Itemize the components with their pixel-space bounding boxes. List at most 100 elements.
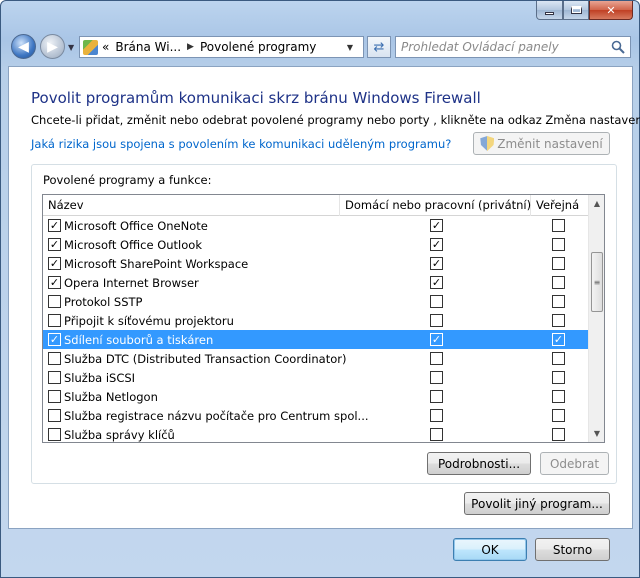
program-enabled-cell: Služba registrace názvu počítače pro Cen… — [48, 406, 369, 425]
column-header-name[interactable]: Název — [43, 195, 340, 216]
program-name: Služba správy klíčů — [64, 427, 175, 442]
program-enabled-cell: Služba Netlogon — [48, 387, 158, 406]
public-network-checkbox[interactable] — [552, 390, 565, 403]
back-button[interactable]: ◀ — [11, 34, 36, 59]
private-network-checkbox[interactable]: ✓ — [430, 333, 443, 346]
scroll-thumb[interactable]: ≡ — [591, 252, 603, 312]
program-enabled-cell: ✓ Sdílení souborů a tiskáren — [48, 330, 213, 349]
private-network-checkbox[interactable] — [430, 314, 443, 327]
program-enabled-checkbox[interactable]: ✓ — [48, 238, 61, 251]
public-network-checkbox[interactable] — [552, 295, 565, 308]
program-enabled-checkbox[interactable] — [48, 314, 61, 327]
program-name: Služba DTC (Distributed Transaction Coor… — [64, 351, 347, 366]
refresh-button[interactable]: ⇄ — [367, 36, 391, 58]
programs-list[interactable]: Název Domácí nebo pracovní (privátní) Ve… — [42, 194, 605, 443]
table-row[interactable]: Služba registrace názvu počítače pro Cen… — [43, 406, 589, 425]
control-panel-icon — [83, 39, 98, 55]
private-network-checkbox[interactable] — [430, 295, 443, 308]
table-row[interactable]: Služba správy klíčů — [43, 425, 589, 442]
public-network-checkbox[interactable] — [552, 238, 565, 251]
details-button[interactable]: Podrobnosti... — [427, 452, 531, 475]
program-enabled-checkbox[interactable]: ✓ — [48, 219, 61, 232]
private-network-checkbox[interactable] — [430, 409, 443, 422]
breadcrumb-item[interactable]: Povolené programy — [200, 40, 316, 54]
public-network-cell — [552, 311, 568, 330]
private-network-checkbox[interactable]: ✓ — [430, 257, 443, 270]
program-enabled-checkbox[interactable]: ✓ — [48, 333, 61, 346]
public-network-checkbox[interactable] — [552, 276, 565, 289]
public-network-checkbox[interactable] — [552, 352, 565, 365]
maximize-button[interactable] — [563, 1, 589, 20]
program-enabled-checkbox[interactable] — [48, 409, 61, 422]
allowed-programs-group: Povolené programy a funkce: Název Domácí… — [31, 164, 617, 484]
program-enabled-checkbox[interactable] — [48, 390, 61, 403]
allow-other-program-button[interactable]: Povolit jiný program... — [464, 492, 610, 515]
table-row[interactable]: Připojit k síťovému projektoru — [43, 311, 589, 330]
scroll-up-icon[interactable]: ▲ — [589, 195, 604, 212]
program-enabled-cell: Služba DTC (Distributed Transaction Coor… — [48, 349, 346, 368]
table-row[interactable]: Služba iSCSI — [43, 368, 589, 387]
table-row[interactable]: ✓ Sdílení souborů a tiskáren ✓ ✓ — [43, 330, 589, 349]
overflow-chevron-icon[interactable]: « — [102, 40, 109, 54]
remove-button[interactable]: Odebrat — [540, 452, 609, 475]
table-row[interactable]: Protokol SSTP — [43, 292, 589, 311]
scroll-down-icon[interactable]: ▼ — [589, 425, 604, 442]
public-network-cell — [552, 216, 568, 235]
table-row[interactable]: ✓ Opera Internet Browser ✓ — [43, 273, 589, 292]
dialog-footer: OK Storno — [1, 529, 639, 578]
ok-button[interactable]: OK — [453, 538, 527, 561]
forward-button[interactable]: ▶ — [40, 34, 65, 59]
breadcrumb-separator-icon[interactable]: ▶ — [187, 42, 194, 52]
private-network-checkbox[interactable]: ✓ — [430, 219, 443, 232]
table-row[interactable]: ✓ Microsoft Office Outlook ✓ — [43, 235, 589, 254]
program-enabled-checkbox[interactable]: ✓ — [48, 257, 61, 270]
table-row[interactable]: ✓ Microsoft SharePoint Workspace ✓ — [43, 254, 589, 273]
address-dropdown-icon[interactable]: ▼ — [347, 43, 353, 52]
public-network-checkbox[interactable] — [552, 219, 565, 232]
program-enabled-checkbox[interactable]: ✓ — [48, 276, 61, 289]
address-bar[interactable]: « Brána Wi... ▶ Povolené programy ▼ — [79, 36, 364, 58]
public-network-checkbox[interactable] — [552, 409, 565, 422]
table-row[interactable]: ✓ Microsoft Office OneNote ✓ — [43, 216, 589, 235]
breadcrumb-item[interactable]: Brána Wi... — [115, 40, 181, 54]
close-button[interactable]: ✕ — [589, 1, 633, 20]
private-network-checkbox[interactable] — [430, 428, 443, 441]
public-network-checkbox[interactable] — [552, 428, 565, 441]
column-header-public[interactable]: Veřejná — [531, 195, 589, 216]
program-enabled-checkbox[interactable] — [48, 295, 61, 308]
private-network-cell — [430, 425, 446, 442]
private-network-checkbox[interactable] — [430, 352, 443, 365]
program-name: Microsoft Office OneNote — [64, 218, 208, 233]
minimize-button[interactable] — [536, 1, 563, 20]
public-network-checkbox[interactable] — [552, 257, 565, 270]
private-network-checkbox[interactable]: ✓ — [430, 238, 443, 251]
program-enabled-cell: ✓ Microsoft SharePoint Workspace — [48, 254, 248, 273]
recent-pages-dropdown[interactable]: ▼ — [68, 43, 74, 52]
cancel-button[interactable]: Storno — [535, 538, 610, 561]
change-settings-button[interactable]: Změnit nastavení — [473, 132, 610, 155]
public-network-cell — [552, 235, 568, 254]
private-network-cell: ✓ — [430, 235, 446, 254]
program-name: Protokol SSTP — [64, 294, 143, 309]
program-enabled-checkbox[interactable] — [48, 371, 61, 384]
arrow-right-icon: ▶ — [47, 38, 58, 55]
list-rows: ✓ Microsoft Office OneNote ✓ ✓ Microsoft Off… — [43, 216, 589, 442]
search-input[interactable]: Prohledat Ovládací panely — [395, 36, 631, 58]
public-network-checkbox[interactable] — [552, 314, 565, 327]
table-row[interactable]: Služba Netlogon — [43, 387, 589, 406]
public-network-checkbox[interactable] — [552, 371, 565, 384]
private-network-checkbox[interactable] — [430, 371, 443, 384]
program-enabled-checkbox[interactable] — [48, 352, 61, 365]
window: ✕ ◀ ▶ ▼ « Brána Wi... ▶ Povolené program… — [0, 0, 640, 578]
private-network-checkbox[interactable]: ✓ — [430, 276, 443, 289]
vertical-scrollbar[interactable]: ▲ ≡ ▼ — [588, 195, 604, 442]
program-enabled-checkbox[interactable] — [48, 428, 61, 441]
column-header-private[interactable]: Domácí nebo pracovní (privátní) — [340, 195, 531, 216]
risk-help-link[interactable]: Jaká rizika jsou spojena s povolením ke … — [31, 137, 451, 151]
group-label: Povolené programy a funkce: — [43, 173, 212, 187]
page-description: Chcete-li přidat, změnit nebo odebrat po… — [31, 113, 640, 127]
table-row[interactable]: Služba DTC (Distributed Transaction Coor… — [43, 349, 589, 368]
private-network-checkbox[interactable] — [430, 390, 443, 403]
program-name: Služba Netlogon — [64, 389, 158, 404]
public-network-checkbox[interactable]: ✓ — [552, 333, 565, 346]
